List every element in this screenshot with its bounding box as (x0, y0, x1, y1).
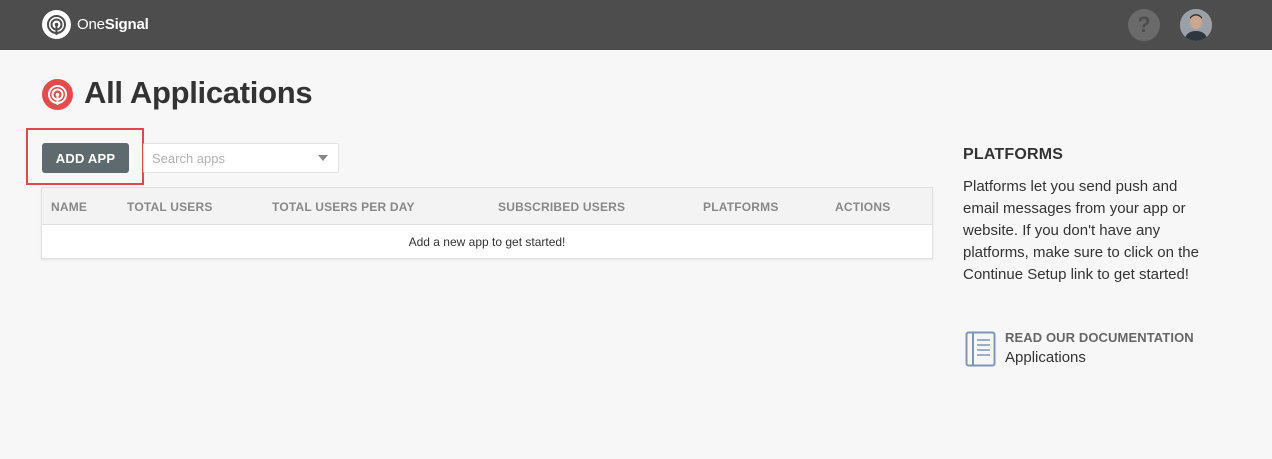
column-header-subscribed-users[interactable]: SUBSCRIBED USERS (498, 200, 625, 214)
table-header: NAME TOTAL USERS TOTAL USERS PER DAY SUB… (42, 188, 932, 225)
add-app-button[interactable]: ADD APP (42, 143, 129, 173)
search-input[interactable] (144, 144, 314, 172)
top-navbar: OneSignal ? (0, 0, 1272, 50)
search-apps-dropdown[interactable] (143, 143, 339, 173)
onesignal-logo-icon (42, 79, 73, 110)
documentation-link-applications[interactable]: Applications (1005, 349, 1086, 366)
document-icon (965, 331, 996, 367)
sidebar-title: PLATFORMS (963, 146, 1064, 163)
help-icon[interactable]: ? (1128, 9, 1160, 41)
page-title: All Applications (84, 75, 313, 110)
onesignal-logo[interactable]: OneSignal (42, 10, 149, 39)
column-header-platforms[interactable]: PLATFORMS (703, 200, 779, 214)
brand-name-light: One (77, 16, 105, 33)
documentation-label[interactable]: READ OUR DOCUMENTATION (1005, 330, 1194, 345)
column-header-total-users-per-day[interactable]: TOTAL USERS PER DAY (272, 200, 415, 214)
column-header-actions: ACTIONS (835, 200, 891, 214)
sidebar-description: Platforms let you send push and email me… (963, 178, 1199, 283)
brand-name: OneSignal (77, 16, 149, 33)
empty-state-message: Add a new app to get started! (408, 235, 566, 249)
user-avatar[interactable] (1180, 9, 1212, 41)
column-header-total-users[interactable]: TOTAL USERS (127, 200, 213, 214)
chevron-down-icon[interactable] (318, 155, 328, 161)
column-header-name[interactable]: NAME (51, 200, 87, 214)
onesignal-logo-icon (42, 10, 71, 39)
apps-table: NAME TOTAL USERS TOTAL USERS PER DAY SUB… (41, 187, 933, 259)
brand-name-bold: Signal (104, 16, 149, 33)
